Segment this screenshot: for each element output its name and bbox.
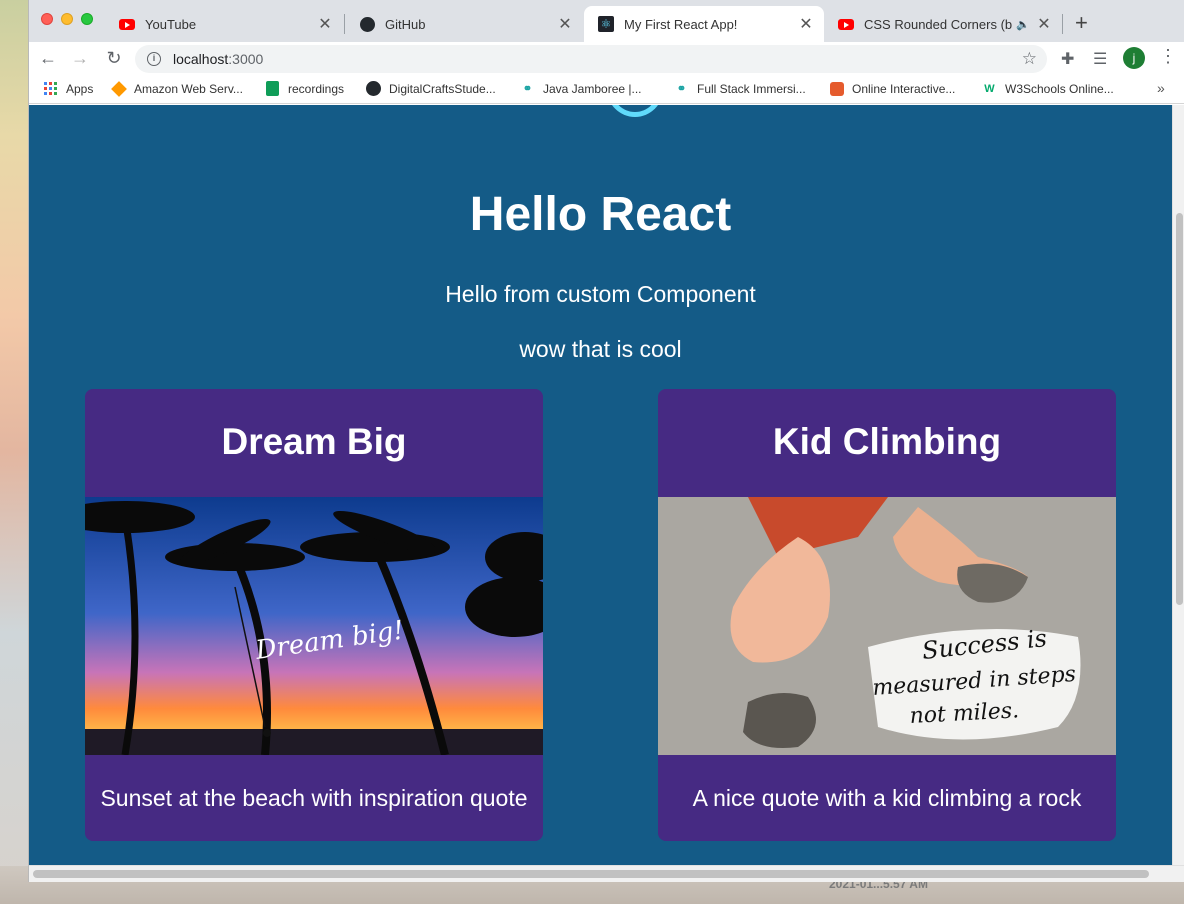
extensions-puzzle-icon[interactable]: ✚ [1061,49,1074,69]
card-image-kid-climbing: Success is measured in steps not miles. [658,497,1116,755]
github-icon [366,81,381,96]
back-arrow-icon[interactable]: ← [37,48,59,69]
tab-title: CSS Rounded Corners (bo [864,16,1013,32]
tab-strip: YouTube ✕ GitHub ✕ ⚛ My First React App!… [29,0,1184,42]
avatar[interactable]: j [1123,47,1145,69]
tab-youtube[interactable]: YouTube ✕ [105,6,343,42]
github-icon [359,16,375,32]
react-icon: ⚛ [598,16,614,32]
reload-icon[interactable]: ↻ [103,48,125,69]
media-queue-icon[interactable]: ☰ [1093,49,1107,69]
card-title: Kid Climbing [772,421,1002,462]
bookmark-recordings[interactable]: recordings [265,81,344,96]
card-kid-climbing: Kid Climbing Success is measured in step… [658,389,1116,841]
tab-css-rounded-corners[interactable]: CSS Rounded Corners (bo 🔈 ✕ [824,6,1062,42]
tab-title: YouTube [145,16,197,32]
page-viewport: Hello React Hello from custom Component … [29,105,1172,865]
bookmark-full-stack[interactable]: ⚭ Full Stack Immersi... [674,81,806,96]
vertical-scrollbar[interactable] [1172,105,1184,865]
info-icon[interactable]: i [147,52,161,66]
bookmark-star-icon[interactable]: ☆ [1022,49,1037,69]
bookmark-label: Apps [66,81,94,96]
bookmarks-bar: Apps Amazon Web Serv... recordings Digit… [29,76,1184,104]
w3schools-icon: W [984,82,995,95]
apps-grid-icon [43,81,58,96]
card-image-sunset-beach: Dream big! [85,497,543,755]
browser-window: YouTube ✕ GitHub ✕ ⚛ My First React App!… [28,0,1184,882]
more-menu-icon[interactable]: ⋮ [1159,46,1177,67]
bookmark-online-interactive[interactable]: Online Interactive... [829,81,955,96]
bookmark-label: recordings [288,81,345,96]
maximize-window-button[interactable] [81,13,93,25]
url-host: localhost [173,51,229,67]
bookmark-label: DigitalCraftsStude... [389,81,496,96]
close-icon[interactable]: ✕ [317,14,333,34]
card-caption: Sunset at the beach with inspiration quo… [100,785,528,811]
vertical-scroll-thumb[interactable] [1176,213,1183,605]
tab-react-app[interactable]: ⚛ My First React App! ✕ [584,6,824,42]
address-bar[interactable]: i localhost:3000 ☆ [135,45,1047,73]
url-port: :3000 [228,51,264,67]
custom-component-text: Hello from custom Component [445,281,756,307]
link-icon: ⚭ [676,83,687,95]
close-icon[interactable]: ✕ [557,14,573,34]
tab-github[interactable]: GitHub ✕ [345,6,583,42]
tab-title: GitHub [385,16,426,32]
link-icon: ⚭ [522,83,533,95]
cool-text: wow that is cool [519,336,682,362]
browser-toolbar: ← → ↻ i localhost:3000 ☆ ✚ ☰ j ⋮ [29,42,1184,76]
tab-title: My First React App! [624,16,738,32]
bookmark-label: Online Interactive... [852,81,956,96]
forward-arrow-icon[interactable]: → [69,48,91,69]
bookmark-w3schools[interactable]: W W3Schools Online... [982,81,1114,96]
horizontal-scroll-thumb[interactable] [33,870,1149,878]
card-title: Dream Big [221,421,407,462]
tab-divider [1062,14,1063,34]
bookmark-digitalcrafts[interactable]: DigitalCraftsStude... [366,81,496,96]
youtube-icon [838,16,854,32]
chevron-double-right-icon[interactable]: » [1157,80,1165,96]
card-caption: A nice quote with a kid climbing a rock [692,785,1082,811]
bookmark-apps[interactable]: Apps [43,81,93,96]
close-window-button[interactable] [41,13,53,25]
bookmark-java-jamboree[interactable]: ⚭ Java Jamboree |... [520,81,642,96]
desktop-wallpaper [0,0,28,904]
horizontal-scrollbar[interactable] [29,865,1184,882]
youtube-icon [119,16,135,32]
sheets-icon [265,81,280,96]
bookmark-label: Amazon Web Serv... [134,81,243,96]
minimize-window-button[interactable] [61,13,73,25]
bookmark-label: W3Schools Online... [1005,81,1114,96]
react-logo [607,105,663,117]
bookmark-label: Java Jamboree |... [543,81,642,96]
bookmark-label: Full Stack Immersi... [697,81,806,96]
gift-icon [829,81,844,96]
card-dream-big: Dream Big Dream big! Sunset at the beach… [85,389,543,841]
page-title: Hello React [469,188,732,241]
close-icon[interactable]: ✕ [798,14,814,34]
close-icon[interactable]: ✕ [1036,14,1052,34]
bookmark-aws[interactable]: Amazon Web Serv... [110,80,243,97]
speaker-icon[interactable]: 🔈 [1016,18,1030,31]
new-tab-button[interactable]: + [1075,10,1088,36]
aws-icon [110,80,127,97]
